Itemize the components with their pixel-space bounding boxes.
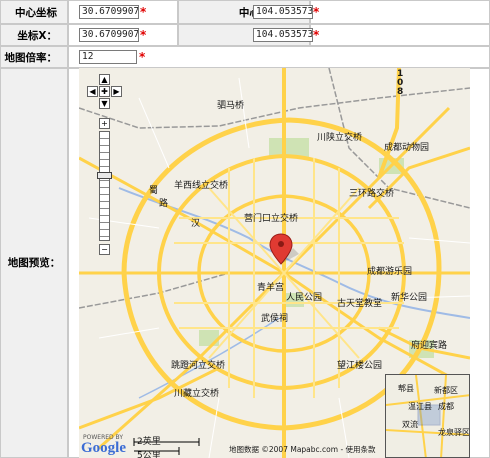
coord-y-cell [310,24,490,46]
map-label: 古天堂教堂 [337,299,383,309]
zoom-slider-track[interactable] [99,131,110,241]
map-label: 汉 [191,219,201,229]
zoom-in-icon[interactable]: + [99,118,110,129]
park-area [199,330,219,346]
highway [367,146,470,210]
map-label: 跳蹬河立交桥 [171,361,226,371]
pan-right-icon[interactable]: ▶ [111,86,122,97]
marker-dot [278,241,284,247]
coord-y-input[interactable]: 104.05357360000 [253,28,313,42]
required-mark: * [313,28,320,42]
map-preview-label: 地图预览： [0,68,68,458]
map-view[interactable]: ▲ ◀ ✚ ▶ ▼ + − 108 驷马桥 川陕立交桥 成都动物园 羊西线立交桥… [79,68,470,458]
map-attribution[interactable]: 地图数据 ©2007 Mapabc.com - 使用条款 [229,444,376,455]
map-label: 成都游乐园 [367,267,413,277]
map-label: 青羊宫 [257,283,285,293]
required-mark: * [140,28,147,42]
map-label: 羊西线立交桥 [174,181,229,191]
center-x-label: 中心坐标X： [0,0,68,43]
required-mark: * [139,50,146,64]
map-label: 成都动物园 [384,143,430,153]
zoom-slider-handle[interactable] [97,172,112,179]
map-label: 新华公园 [391,293,428,303]
map-label: 人民公园 [286,293,323,303]
scale-label-km: 5公里 [137,451,161,458]
center-y-cell [310,0,490,24]
pan-left-icon[interactable]: ◀ [87,86,98,97]
map-zoom-control: ▲ ◀ ✚ ▶ ▼ + − [85,74,125,264]
overview-label: 龙泉驿区 [438,428,470,437]
pan-up-icon[interactable]: ▲ [99,74,110,85]
overview-label: 新都区 [434,386,458,395]
overview-label: 温江县 [408,402,432,411]
pan-down-icon[interactable]: ▼ [99,98,110,109]
map-label: 蜀 [149,186,159,196]
pan-reset-icon[interactable]: ✚ [99,86,110,97]
scale-label-miles: 2英里 [137,437,161,447]
highway-label: 108 [397,69,404,97]
map-label: 川陕立交桥 [317,133,363,143]
center-x-input[interactable]: 30.67099079000 [79,5,139,19]
map-label: 望江楼公园 [337,361,383,371]
overview-label: 郫县 [398,384,414,393]
map-label: 驷马桥 [217,101,245,111]
map-label: 三环路交桥 [349,189,395,199]
zoom-label: 地图倍率： [0,46,68,68]
overview-map[interactable]: 郫县 新都区 温江县 成都 双流 龙泉驿区 [385,374,470,458]
map-label: 府迎宾路 [411,341,448,351]
center-y-input[interactable]: 104.05357360000 [253,5,313,19]
overview-label: 成都 [438,402,454,411]
map-label: 川藏立交桥 [174,389,220,399]
coord-x-input[interactable]: 30.67099079000 [79,28,139,42]
overview-label: 双流 [402,420,418,429]
google-logo[interactable]: Google [81,440,126,457]
required-mark: * [313,5,320,19]
coord-x-label: 坐标X： [0,24,68,46]
map-label: 营门口立交桥 [244,214,299,224]
map-label: 路 [159,199,169,209]
zoom-out-icon[interactable]: − [99,244,110,255]
map-label: 武侯祠 [261,314,289,324]
zoom-input[interactable]: 12 [79,50,137,64]
required-mark: * [140,5,147,19]
